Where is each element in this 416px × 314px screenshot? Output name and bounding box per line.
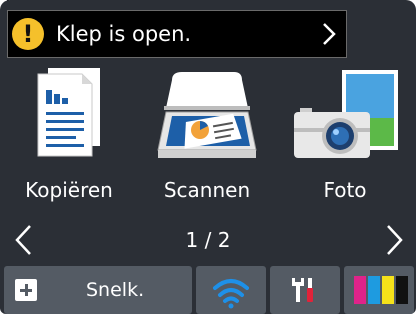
scan-icon bbox=[157, 72, 257, 158]
app-photo[interactable]: Foto bbox=[276, 58, 414, 218]
wifi-icon bbox=[213, 279, 249, 309]
wifi-button[interactable] bbox=[196, 266, 266, 314]
tools-button[interactable] bbox=[270, 266, 340, 314]
app-scan[interactable]: Scannen bbox=[138, 58, 276, 218]
app-scan-label: Scannen bbox=[163, 178, 251, 202]
photo-icon bbox=[294, 70, 398, 158]
plus-icon bbox=[15, 279, 37, 301]
bottom-toolbar: Snelk. bbox=[0, 266, 416, 314]
alert-bar[interactable]: ! Klep is open. bbox=[7, 10, 347, 58]
tools-icon bbox=[292, 278, 313, 302]
exclamation-icon: ! bbox=[12, 18, 44, 50]
ink-icon bbox=[354, 276, 408, 304]
app-photo-label: Foto bbox=[323, 178, 367, 202]
app-copy-label: Kopiëren bbox=[25, 178, 113, 202]
page-indicator: 1 / 2 bbox=[185, 228, 231, 252]
ink-button[interactable] bbox=[344, 266, 414, 314]
printer-screen: ! Klep is open. Kopiëren Scannen Foto 1 … bbox=[0, 0, 416, 314]
shortcut-label: Snelk. bbox=[86, 279, 145, 301]
pager: 1 / 2 bbox=[0, 218, 416, 264]
alert-text: Klep is open. bbox=[56, 22, 192, 46]
chevron-right-icon bbox=[323, 23, 336, 45]
copy-icon bbox=[37, 68, 100, 157]
app-copy[interactable]: Kopiëren bbox=[0, 58, 138, 218]
chevron-right-icon[interactable] bbox=[386, 224, 404, 256]
shortcut-button[interactable]: Snelk. bbox=[4, 266, 192, 314]
